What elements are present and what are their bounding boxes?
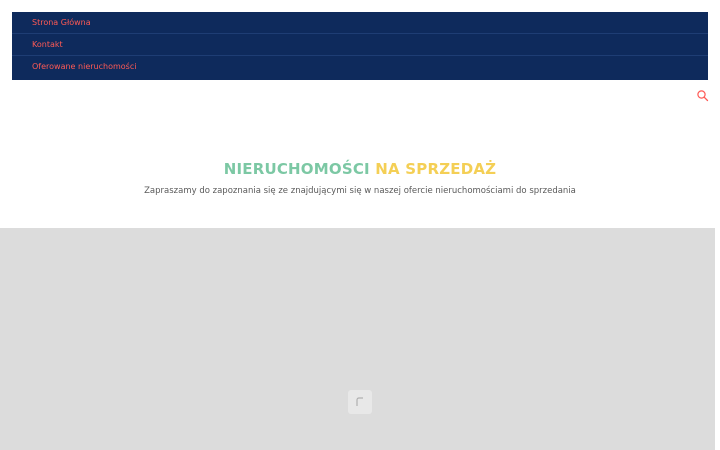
search-button[interactable] — [696, 88, 710, 102]
page-subtitle: Zapraszamy do zapoznania się ze znajdują… — [144, 186, 576, 196]
page-title-part-1: NIERUCHOMOŚCI — [223, 160, 370, 178]
page: Strona Główna Kontakt Oferowane nierucho… — [0, 0, 720, 450]
property-gallery-area — [0, 228, 715, 450]
loading-spinner-icon — [356, 397, 363, 406]
main-navigation: Strona Główna Kontakt Oferowane nierucho… — [12, 12, 708, 80]
nav-item-contact[interactable]: Kontakt — [12, 34, 708, 56]
nav-item-offered-properties[interactable]: Oferowane nieruchomości — [12, 56, 708, 78]
page-title: NIERUCHOMOŚCI NA SPRZEDAŻ — [0, 160, 720, 178]
search-icon — [697, 90, 709, 102]
loading-indicator — [348, 390, 372, 414]
page-title-part-2: NA SPRZEDAŻ — [375, 160, 497, 178]
nav-item-home[interactable]: Strona Główna — [12, 12, 708, 34]
